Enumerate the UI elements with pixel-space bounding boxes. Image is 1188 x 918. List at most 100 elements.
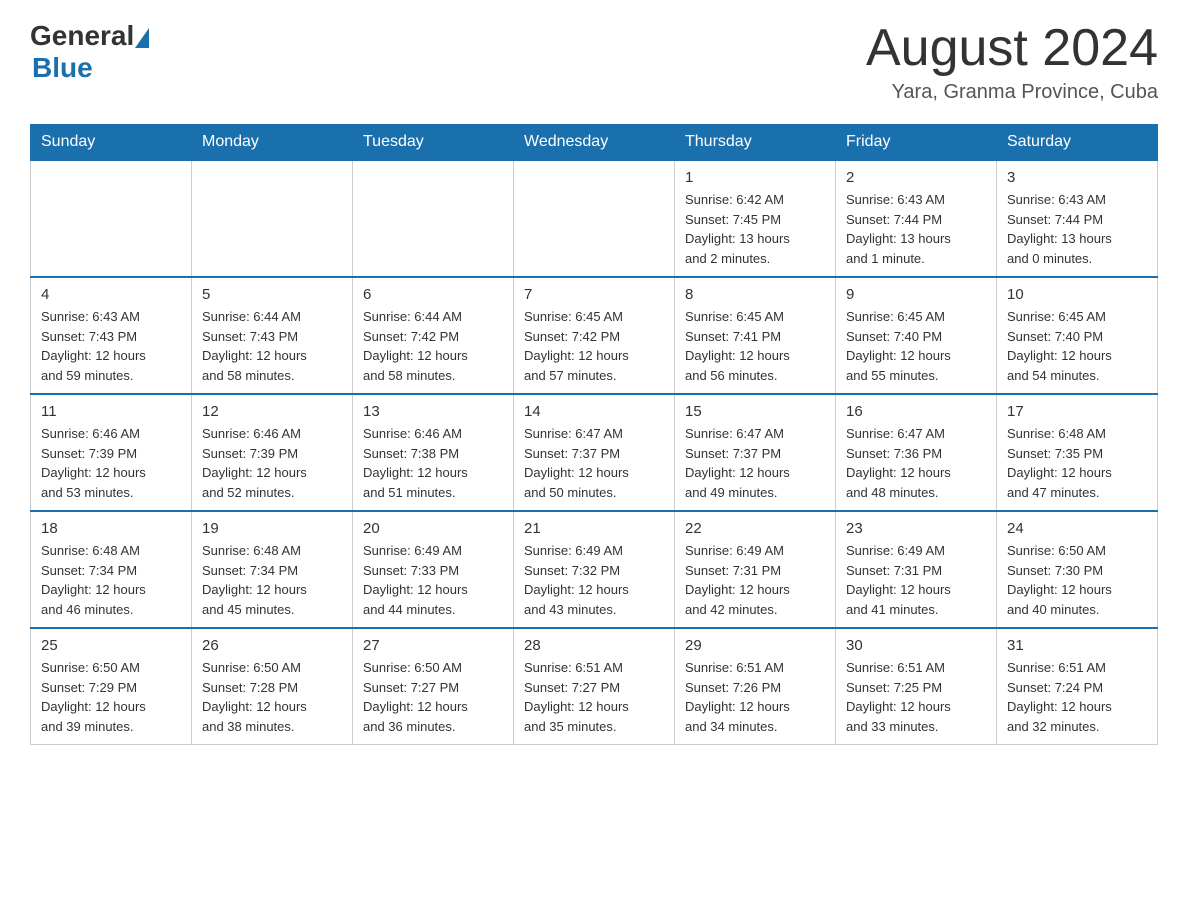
- logo-triangle-icon: [135, 28, 149, 48]
- page-header: General Blue August 2024 Yara, Granma Pr…: [30, 20, 1158, 104]
- day-info: Sunrise: 6:47 AMSunset: 7:37 PMDaylight:…: [685, 424, 825, 502]
- day-number: 2: [846, 169, 986, 186]
- day-info: Sunrise: 6:42 AMSunset: 7:45 PMDaylight:…: [685, 190, 825, 268]
- day-info: Sunrise: 6:49 AMSunset: 7:31 PMDaylight:…: [846, 541, 986, 619]
- day-info: Sunrise: 6:48 AMSunset: 7:35 PMDaylight:…: [1007, 424, 1147, 502]
- calendar-cell: 2 Sunrise: 6:43 AMSunset: 7:44 PMDaylight…: [836, 160, 997, 277]
- calendar-cell: 12Sunrise: 6:46 AMSunset: 7:39 PMDayligh…: [192, 394, 353, 511]
- day-info: Sunrise: 6:49 AMSunset: 7:31 PMDaylight:…: [685, 541, 825, 619]
- calendar-cell: 18 Sunrise: 6:48 AMSunset: 7:34 PMDayligh…: [31, 511, 192, 628]
- calendar-day-header: Saturday: [997, 125, 1158, 161]
- day-number: 8: [685, 286, 825, 303]
- calendar-day-header: Thursday: [675, 125, 836, 161]
- day-info: Sunrise: 6:45 AMSunset: 7:40 PMDaylight:…: [846, 307, 986, 385]
- day-info: Sunrise: 6:45 AMSunset: 7:42 PMDaylight:…: [524, 307, 664, 385]
- calendar-day-header: Wednesday: [514, 125, 675, 161]
- day-number: 11: [41, 403, 181, 420]
- day-info: Sunrise: 6:44 AMSunset: 7:43 PMDaylight:…: [202, 307, 342, 385]
- calendar-cell: 8Sunrise: 6:45 AMSunset: 7:41 PMDaylight…: [675, 277, 836, 394]
- calendar-cell: 17 Sunrise: 6:48 AMSunset: 7:35 PMDayligh…: [997, 394, 1158, 511]
- calendar-day-header: Tuesday: [353, 125, 514, 161]
- calendar-week-row: 4Sunrise: 6:43 AMSunset: 7:43 PMDaylight…: [31, 277, 1158, 394]
- calendar-cell: 7 Sunrise: 6:45 AMSunset: 7:42 PMDaylight…: [514, 277, 675, 394]
- day-info: Sunrise: 6:46 AMSunset: 7:38 PMDaylight:…: [363, 424, 503, 502]
- calendar-cell: 25 Sunrise: 6:50 AMSunset: 7:29 PMDayligh…: [31, 628, 192, 745]
- day-number: 10: [1007, 286, 1147, 303]
- day-info: Sunrise: 6:45 AMSunset: 7:40 PMDaylight:…: [1007, 307, 1147, 385]
- day-number: 7: [524, 286, 664, 303]
- day-number: 28: [524, 637, 664, 654]
- day-info: Sunrise: 6:46 AMSunset: 7:39 PMDaylight:…: [41, 424, 181, 502]
- calendar-day-header: Sunday: [31, 125, 192, 161]
- calendar-cell: 30 Sunrise: 6:51 AMSunset: 7:25 PMDayligh…: [836, 628, 997, 745]
- logo-general: General: [30, 20, 134, 52]
- calendar-cell: 15 Sunrise: 6:47 AMSunset: 7:37 PMDayligh…: [675, 394, 836, 511]
- title-section: August 2024 Yara, Granma Province, Cuba: [866, 20, 1158, 104]
- calendar-cell: 11 Sunrise: 6:46 AMSunset: 7:39 PMDayligh…: [31, 394, 192, 511]
- day-info: Sunrise: 6:49 AMSunset: 7:32 PMDaylight:…: [524, 541, 664, 619]
- location: Yara, Granma Province, Cuba: [866, 81, 1158, 104]
- day-info: Sunrise: 6:50 AMSunset: 7:30 PMDaylight:…: [1007, 541, 1147, 619]
- calendar-cell: 3 Sunrise: 6:43 AMSunset: 7:44 PMDaylight…: [997, 160, 1158, 277]
- day-number: 18: [41, 520, 181, 537]
- day-number: 24: [1007, 520, 1147, 537]
- day-info: Sunrise: 6:50 AMSunset: 7:27 PMDaylight:…: [363, 658, 503, 736]
- day-info: Sunrise: 6:51 AMSunset: 7:26 PMDaylight:…: [685, 658, 825, 736]
- calendar-cell: 23Sunrise: 6:49 AMSunset: 7:31 PMDayligh…: [836, 511, 997, 628]
- day-info: Sunrise: 6:49 AMSunset: 7:33 PMDaylight:…: [363, 541, 503, 619]
- day-number: 27: [363, 637, 503, 654]
- calendar-week-row: 1 Sunrise: 6:42 AMSunset: 7:45 PMDaylight…: [31, 160, 1158, 277]
- day-number: 15: [685, 403, 825, 420]
- day-number: 6: [363, 286, 503, 303]
- day-number: 29: [685, 637, 825, 654]
- day-info: Sunrise: 6:51 AMSunset: 7:25 PMDaylight:…: [846, 658, 986, 736]
- logo-blue: Blue: [32, 52, 149, 84]
- calendar-table: SundayMondayTuesdayWednesdayThursdayFrid…: [30, 124, 1158, 745]
- calendar-cell: 13 Sunrise: 6:46 AMSunset: 7:38 PMDayligh…: [353, 394, 514, 511]
- day-number: 17: [1007, 403, 1147, 420]
- day-info: Sunrise: 6:51 AMSunset: 7:27 PMDaylight:…: [524, 658, 664, 736]
- calendar-cell: 28 Sunrise: 6:51 AMSunset: 7:27 PMDayligh…: [514, 628, 675, 745]
- day-info: Sunrise: 6:46 AMSunset: 7:39 PMDaylight:…: [202, 424, 342, 502]
- day-number: 20: [363, 520, 503, 537]
- calendar-cell: 31 Sunrise: 6:51 AMSunset: 7:24 PMDayligh…: [997, 628, 1158, 745]
- day-number: 14: [524, 403, 664, 420]
- day-number: 30: [846, 637, 986, 654]
- calendar-cell: 10 Sunrise: 6:45 AMSunset: 7:40 PMDayligh…: [997, 277, 1158, 394]
- day-info: Sunrise: 6:51 AMSunset: 7:24 PMDaylight:…: [1007, 658, 1147, 736]
- logo: General Blue: [30, 20, 149, 84]
- day-number: 31: [1007, 637, 1147, 654]
- day-info: Sunrise: 6:50 AMSunset: 7:29 PMDaylight:…: [41, 658, 181, 736]
- day-number: 16: [846, 403, 986, 420]
- calendar-cell: 21Sunrise: 6:49 AMSunset: 7:32 PMDayligh…: [514, 511, 675, 628]
- calendar-cell: [353, 160, 514, 277]
- calendar-cell: 14 Sunrise: 6:47 AMSunset: 7:37 PMDayligh…: [514, 394, 675, 511]
- day-info: Sunrise: 6:43 AMSunset: 7:44 PMDaylight:…: [1007, 190, 1147, 268]
- calendar-cell: 16 Sunrise: 6:47 AMSunset: 7:36 PMDayligh…: [836, 394, 997, 511]
- calendar-cell: 22 Sunrise: 6:49 AMSunset: 7:31 PMDayligh…: [675, 511, 836, 628]
- day-number: 1: [685, 169, 825, 186]
- calendar-cell: 19 Sunrise: 6:48 AMSunset: 7:34 PMDayligh…: [192, 511, 353, 628]
- day-number: 19: [202, 520, 342, 537]
- day-number: 26: [202, 637, 342, 654]
- calendar-week-row: 25 Sunrise: 6:50 AMSunset: 7:29 PMDayligh…: [31, 628, 1158, 745]
- day-number: 25: [41, 637, 181, 654]
- calendar-week-row: 18 Sunrise: 6:48 AMSunset: 7:34 PMDayligh…: [31, 511, 1158, 628]
- day-number: 13: [363, 403, 503, 420]
- day-info: Sunrise: 6:48 AMSunset: 7:34 PMDaylight:…: [202, 541, 342, 619]
- calendar-week-row: 11 Sunrise: 6:46 AMSunset: 7:39 PMDayligh…: [31, 394, 1158, 511]
- day-info: Sunrise: 6:50 AMSunset: 7:28 PMDaylight:…: [202, 658, 342, 736]
- day-info: Sunrise: 6:43 AMSunset: 7:44 PMDaylight:…: [846, 190, 986, 268]
- day-number: 22: [685, 520, 825, 537]
- day-info: Sunrise: 6:48 AMSunset: 7:34 PMDaylight:…: [41, 541, 181, 619]
- calendar-cell: 24 Sunrise: 6:50 AMSunset: 7:30 PMDayligh…: [997, 511, 1158, 628]
- day-info: Sunrise: 6:47 AMSunset: 7:36 PMDaylight:…: [846, 424, 986, 502]
- calendar-cell: 4Sunrise: 6:43 AMSunset: 7:43 PMDaylight…: [31, 277, 192, 394]
- calendar-cell: 6Sunrise: 6:44 AMSunset: 7:42 PMDaylight…: [353, 277, 514, 394]
- calendar-cell: [31, 160, 192, 277]
- day-number: 3: [1007, 169, 1147, 186]
- day-info: Sunrise: 6:43 AMSunset: 7:43 PMDaylight:…: [41, 307, 181, 385]
- calendar-cell: 26 Sunrise: 6:50 AMSunset: 7:28 PMDayligh…: [192, 628, 353, 745]
- day-number: 9: [846, 286, 986, 303]
- day-info: Sunrise: 6:47 AMSunset: 7:37 PMDaylight:…: [524, 424, 664, 502]
